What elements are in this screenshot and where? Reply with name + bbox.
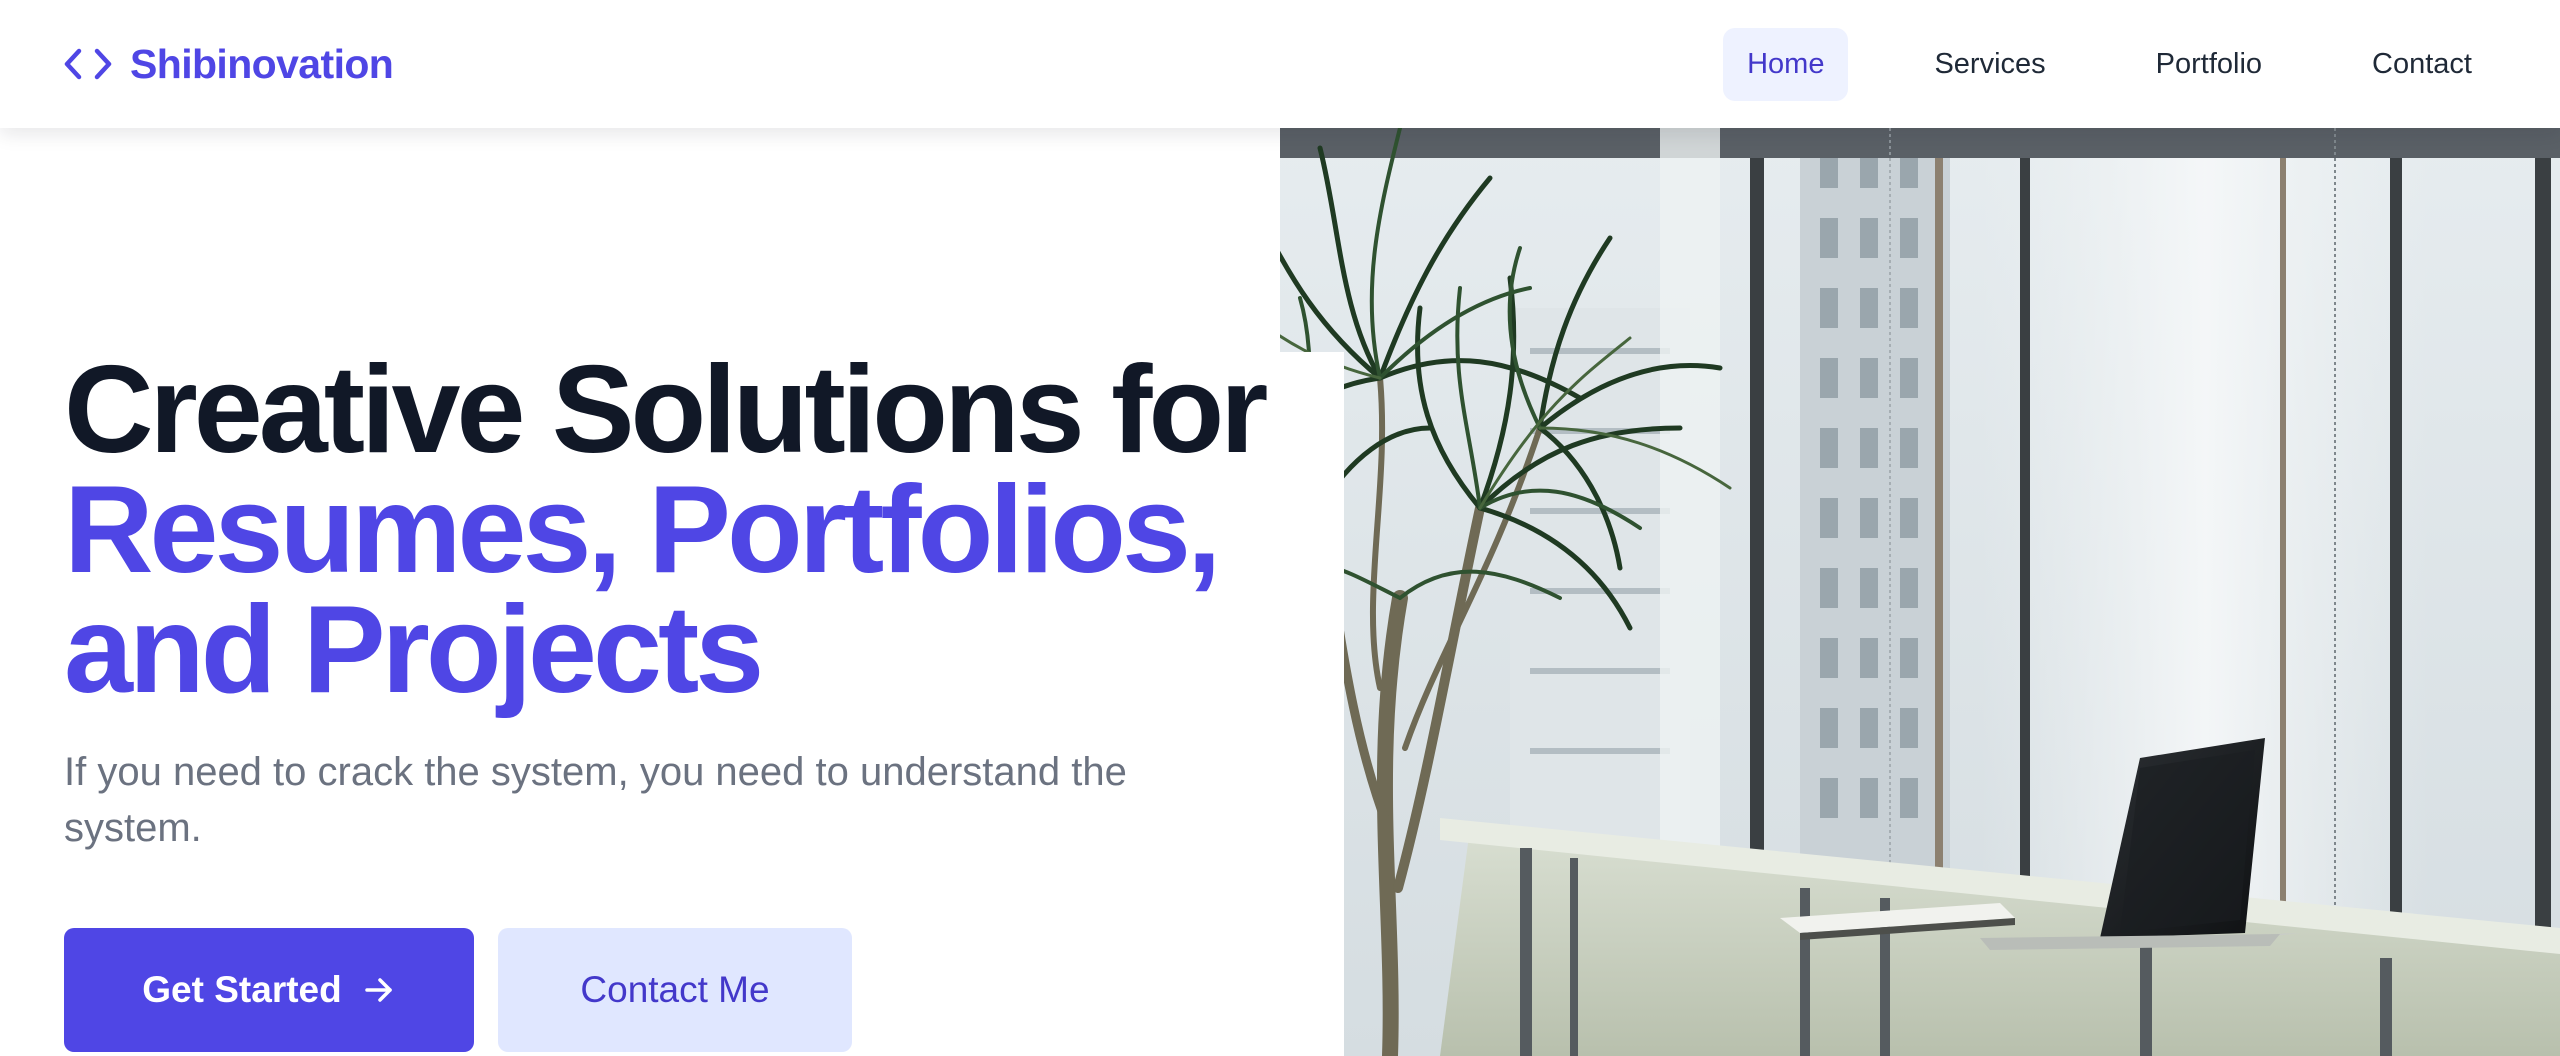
contact-me-label: Contact Me <box>580 969 770 1010</box>
get-started-label: Get Started <box>142 969 342 1010</box>
get-started-button[interactable]: Get Started <box>64 928 474 1052</box>
main-nav: Home Services Portfolio Contact <box>1661 27 2496 101</box>
hero-title-line-1: Creative Solutions for <box>64 341 1268 479</box>
arrow-right-icon <box>364 978 392 1002</box>
hero-title: Creative Solutions for Resumes, Portfoli… <box>64 341 1304 719</box>
brand-logo-link[interactable]: Shibinovation <box>64 40 394 88</box>
nav-item-portfolio[interactable]: Portfolio <box>2132 28 2286 101</box>
code-brackets-icon <box>64 48 112 80</box>
hero-content: Creative Solutions for Resumes, Portfoli… <box>64 341 1304 856</box>
office-scene-illustration <box>1280 128 2560 1056</box>
hero-title-line-3: and Projects <box>64 581 764 719</box>
site-header: Shibinovation Home Services Portfolio Co… <box>0 0 2560 128</box>
nav-item-contact[interactable]: Contact <box>2348 28 2496 101</box>
hero-subtitle: If you need to crack the system, you nee… <box>64 750 1127 850</box>
nav-item-services[interactable]: Services <box>1910 28 2069 101</box>
image-notch <box>1280 352 1344 1056</box>
hero-cta-row: Get Started Contact Me <box>64 928 852 1052</box>
hero-title-line-2: Resumes, Portfolios, <box>64 461 1221 599</box>
nav-item-home[interactable]: Home <box>1723 27 1849 101</box>
brand-name: Shibinovation <box>130 40 394 87</box>
contact-me-button[interactable]: Contact Me <box>498 928 852 1052</box>
hero-office-image <box>1280 128 2560 1056</box>
